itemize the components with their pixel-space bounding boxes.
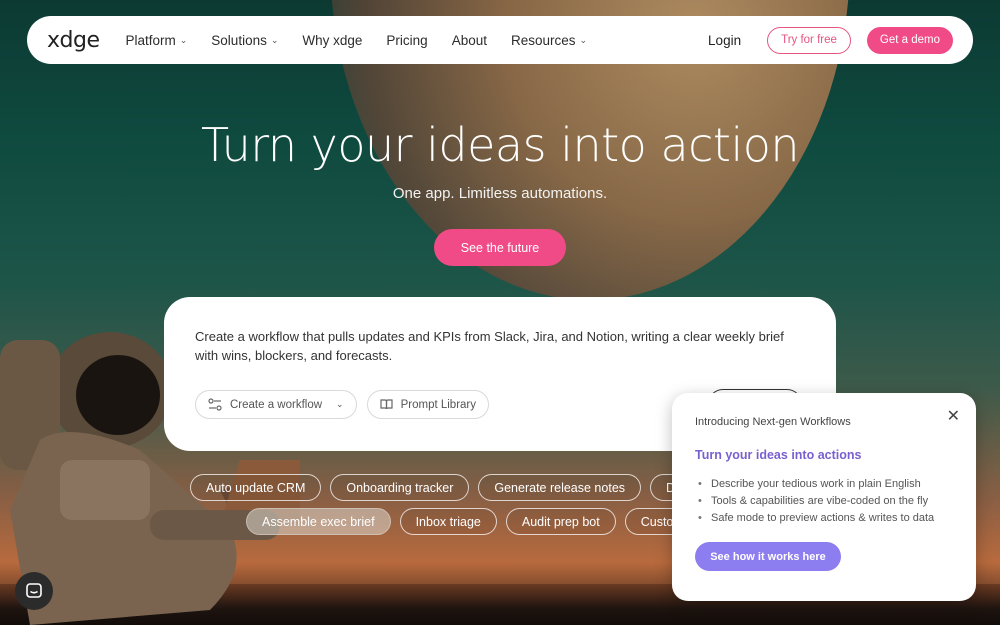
list-item: Tools & capabilities are vibe-coded on t…	[695, 493, 953, 510]
prompt-library-label: Prompt Library	[400, 398, 477, 411]
nav-item-label: Resources	[510, 32, 576, 48]
see-how-it-works-button[interactable]: See how it works here	[695, 542, 841, 571]
suggestion-chip[interactable]: Inbox triage	[399, 508, 497, 535]
nav-item-resources[interactable]: Resources ⌄	[511, 33, 587, 48]
prompt-actions: Create a workflow ⌄ Prompt Library	[195, 390, 490, 419]
try-for-free-button[interactable]: Try for free	[767, 26, 851, 54]
nav-item-label: Why xdge	[302, 32, 363, 48]
suggestion-chip[interactable]: Onboarding tracker	[330, 474, 470, 501]
close-icon[interactable]: ✕	[947, 406, 960, 426]
nav-item-solutions[interactable]: Solutions ⌄	[211, 33, 278, 48]
nav-item-pricing[interactable]: Pricing	[386, 33, 427, 48]
hero-subtitle: One app. Limitless automations.	[392, 185, 608, 202]
list-item: Describe your tedious work in plain Engl…	[695, 476, 953, 493]
announcement-popup: ✕ Introducing Next-gen Workflows Turn yo…	[672, 393, 976, 601]
workflow-mode-label: Create a workflow	[230, 398, 323, 411]
popup-eyebrow: Introducing Next-gen Workflows	[695, 416, 851, 428]
suggestion-chips-row-2: Assemble exec brief Inbox triage Audit p…	[246, 508, 690, 535]
popup-feature-list: Describe your tedious work in plain Engl…	[695, 476, 953, 527]
nav-item-about[interactable]: About	[452, 33, 487, 48]
chevron-down-icon: ⌄	[270, 34, 279, 45]
nav-item-label: About	[451, 32, 487, 48]
suggestion-chip[interactable]: Auto update CRM	[190, 474, 322, 501]
get-a-demo-button[interactable]: Get a demo	[866, 26, 953, 54]
chevron-down-icon: ⌄	[579, 34, 588, 45]
suggestion-chips-row-1: Auto update CRM Onboarding tracker Gener…	[190, 474, 698, 501]
nav-item-platform[interactable]: Platform ⌄	[125, 33, 187, 48]
workflow-icon	[208, 398, 222, 411]
suggestion-chip-active[interactable]: Assemble exec brief	[246, 508, 391, 535]
top-navbar: xdge Platform ⌄ Solutions ⌄ Why xdge Pri…	[27, 16, 973, 64]
brand-logo[interactable]: xdge	[47, 28, 100, 53]
nav-item-why[interactable]: Why xdge	[302, 33, 362, 48]
nav-item-label: Solutions	[211, 32, 267, 48]
popup-title: Turn your ideas into actions	[695, 448, 862, 462]
chat-launcher-button[interactable]	[15, 572, 53, 610]
list-item: Safe mode to preview actions & writes to…	[695, 510, 953, 527]
suggestion-chip[interactable]: Generate release notes	[478, 474, 642, 501]
chevron-down-icon: ⌄	[179, 34, 188, 45]
hero-title: Turn your ideas into action	[200, 118, 800, 172]
workflow-mode-select[interactable]: Create a workflow ⌄	[195, 390, 357, 419]
nav-item-label: Platform	[125, 32, 176, 48]
suggestion-chip[interactable]: Audit prep bot	[505, 508, 616, 535]
prompt-library-button[interactable]: Prompt Library	[366, 390, 490, 419]
login-link[interactable]: Login	[708, 33, 741, 48]
see-the-future-button[interactable]: See the future	[434, 229, 566, 266]
nav-item-label: Pricing	[386, 32, 428, 48]
chat-icon	[26, 583, 42, 598]
chevron-down-icon: ⌄	[336, 399, 344, 409]
book-icon	[379, 399, 393, 410]
prompt-input[interactable]: Create a workflow that pulls updates and…	[195, 327, 805, 365]
